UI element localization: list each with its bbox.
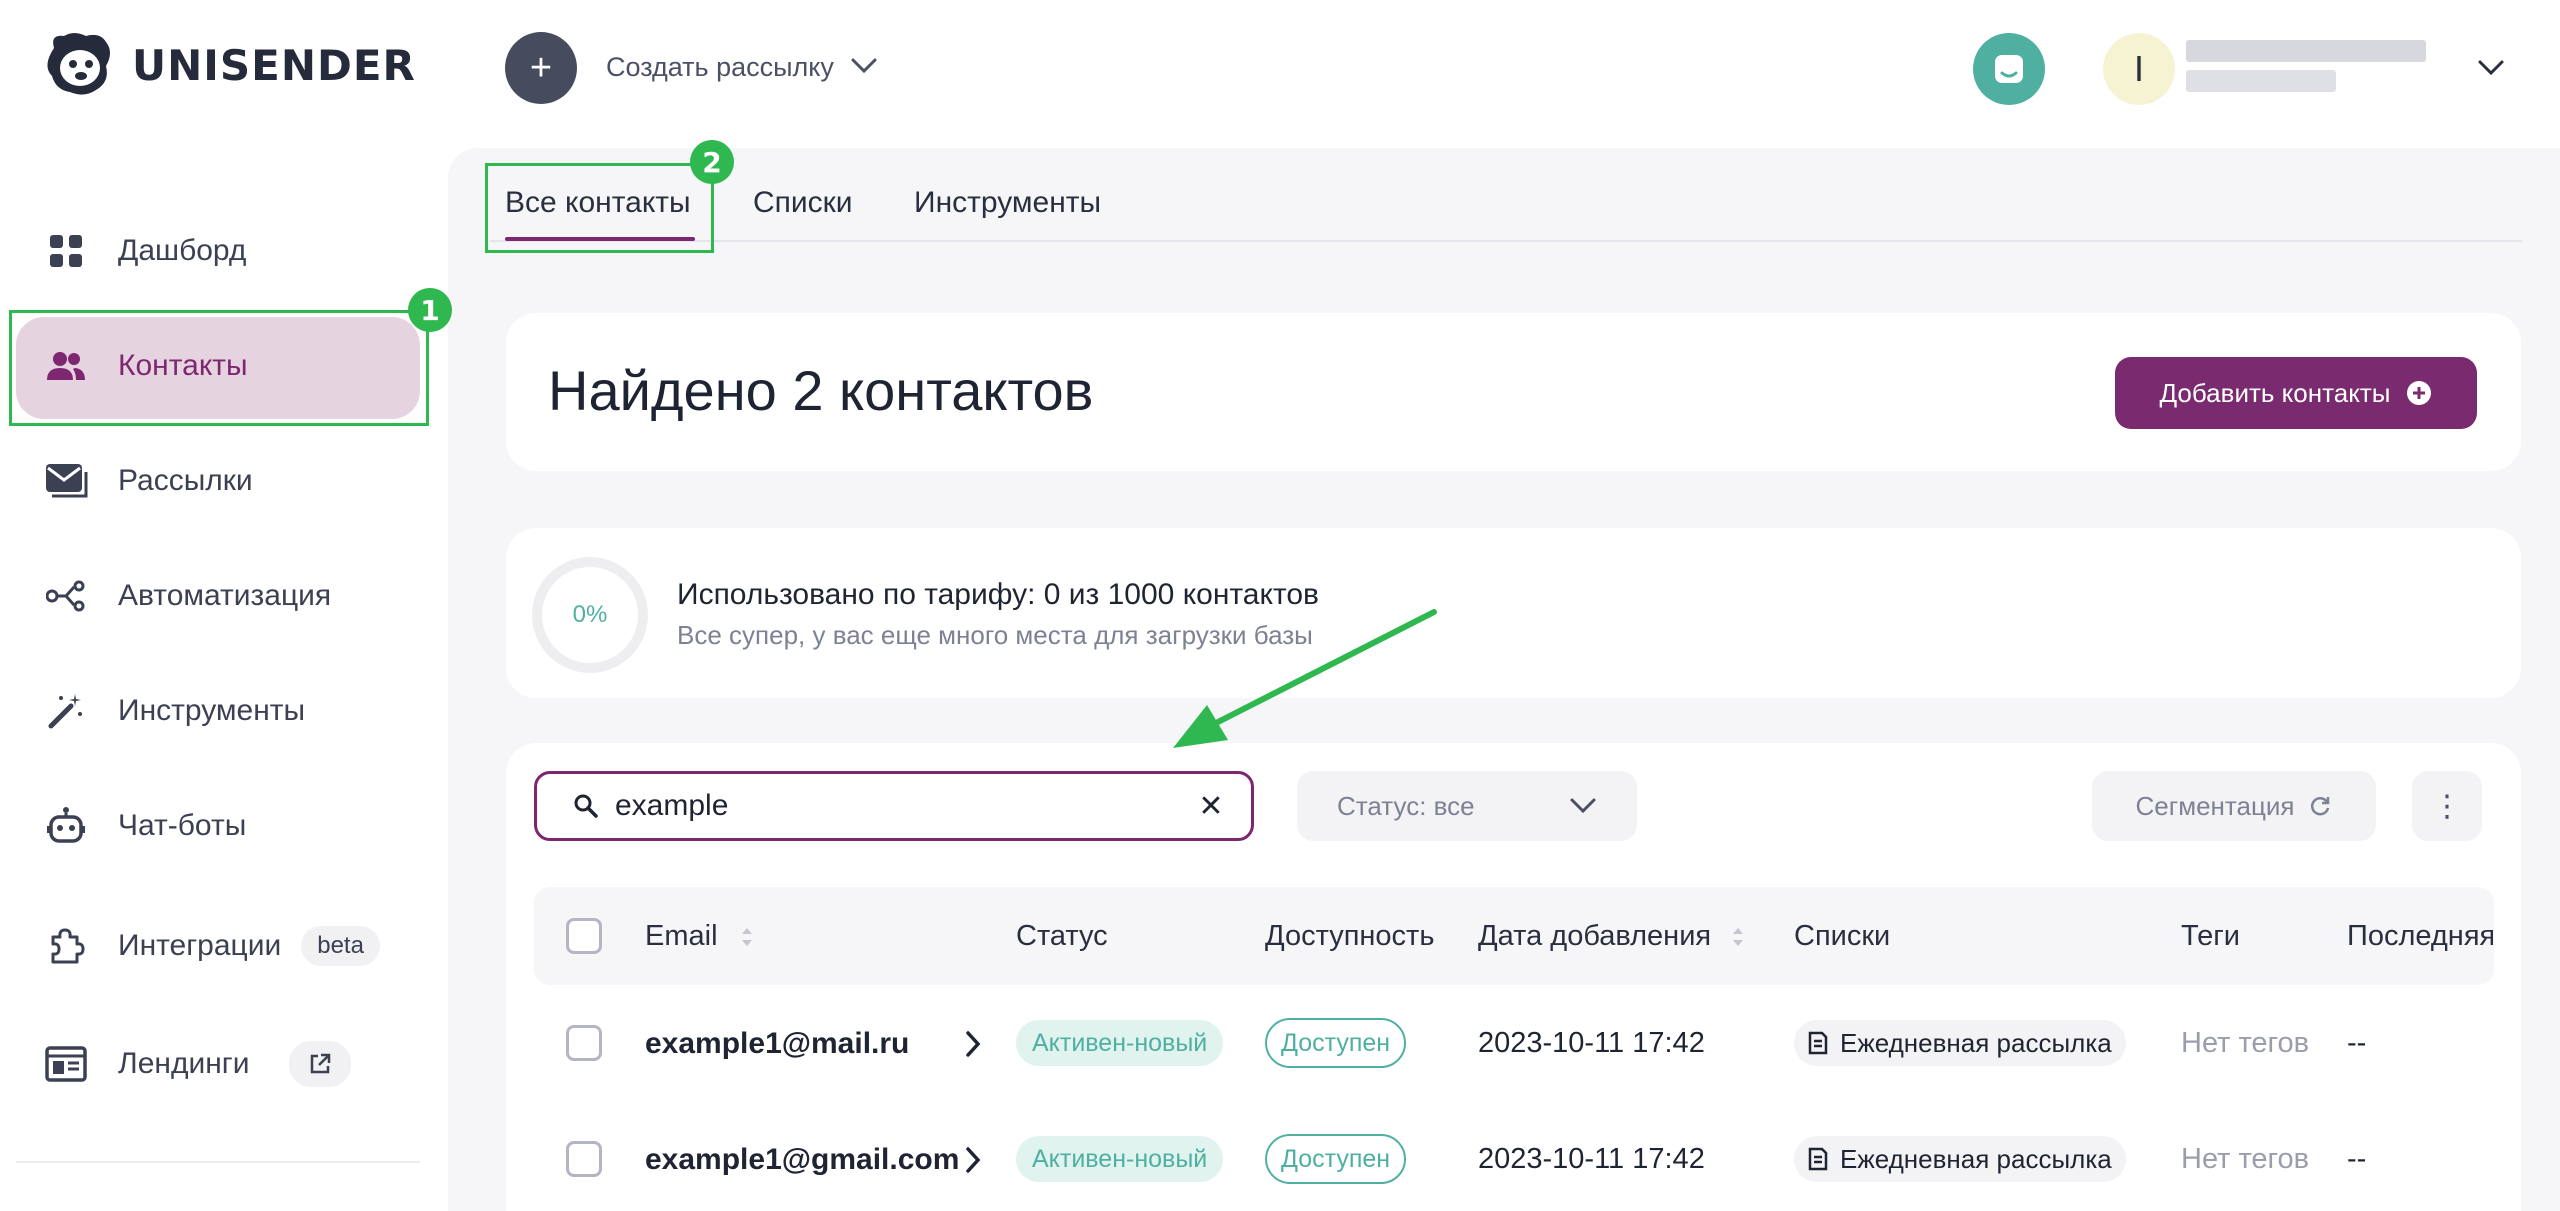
last-activity: -- — [2347, 1143, 2367, 1175]
sidebar-item-label: Лендинги — [118, 1047, 250, 1080]
usage-title: Использовано по тарифу: 0 из 1000 контак… — [677, 578, 1319, 611]
plus-icon: + — [529, 46, 553, 89]
sidebar-item-label: Автоматизация — [118, 579, 332, 612]
segmentation-label: Сегментация — [2135, 790, 2295, 821]
dashboard-grid-icon — [40, 225, 92, 277]
sidebar-item-chatbots[interactable]: Чат-боты — [40, 800, 246, 852]
refresh-icon — [2311, 797, 2330, 816]
date-added: 2023-10-11 17:42 — [1478, 1027, 1705, 1059]
tags-value: Нет тегов — [2181, 1027, 2310, 1059]
annotation-number-2: 2 — [690, 140, 734, 184]
availability-badge: Доступен — [1265, 1134, 1407, 1184]
last-activity: -- — [2347, 1027, 2367, 1059]
support-chat-button[interactable] — [1973, 33, 2045, 105]
chevron-right-icon[interactable] — [963, 1030, 983, 1058]
annotation-box-contacts — [9, 310, 429, 426]
search-field[interactable]: ✕ — [534, 771, 1254, 841]
chevron-down-icon — [1570, 798, 1596, 814]
chevron-down-icon[interactable] — [850, 56, 878, 76]
status-filter-value: Статус: все — [1337, 790, 1475, 821]
contact-email[interactable]: example1@mail.ru — [645, 1027, 909, 1061]
robot-icon — [40, 800, 92, 852]
sidebar-item-label: Дашборд — [118, 234, 247, 267]
usage-subtitle: Все супер, у вас еще много места для заг… — [677, 620, 1313, 650]
column-header-last: Последняя — [2347, 920, 2493, 952]
sidebar-item-label: Чат-боты — [118, 809, 247, 842]
column-header-date[interactable]: Дата добавления — [1478, 920, 1745, 953]
sidebar-item-label: Инструменты — [118, 694, 306, 727]
sidebar-item-label: Интеграции — [118, 929, 282, 962]
tabs-divider — [490, 240, 2522, 242]
select-all-checkbox[interactable] — [566, 918, 602, 954]
segmentation-button[interactable]: Сегментация — [2092, 771, 2376, 841]
chevron-right-icon[interactable] — [963, 1146, 983, 1174]
landing-page-icon — [40, 1038, 92, 1090]
sort-icon — [741, 928, 752, 947]
sort-icon — [1733, 928, 1744, 947]
status-badge: Активен-новый — [1016, 1136, 1224, 1182]
search-icon — [574, 794, 598, 818]
sidebar-item-landings[interactable]: Лендинги — [40, 1038, 352, 1090]
clear-search-icon[interactable]: ✕ — [1191, 789, 1231, 824]
usage-percent: 0% — [572, 601, 608, 628]
tab-lists[interactable]: Списки — [753, 186, 853, 220]
user-name-blurred — [2186, 40, 2426, 98]
list-name: Ежедневная рассылка — [1840, 1027, 2112, 1058]
document-icon — [1808, 1147, 1828, 1171]
list-name: Ежедневная рассылка — [1840, 1143, 2112, 1174]
mail-icon — [40, 455, 92, 507]
create-campaign-label[interactable]: Создать рассылку — [606, 52, 834, 83]
sidebar-item-label: Рассылки — [118, 464, 253, 497]
sidebar-item-dashboard[interactable]: Дашборд — [40, 225, 246, 277]
sidebar-item-integrations[interactable]: Интеграции beta — [40, 920, 380, 972]
puzzle-icon — [40, 920, 92, 972]
column-header-availability: Доступность — [1265, 920, 1435, 952]
list-chip[interactable]: Ежедневная рассылка — [1794, 1020, 2126, 1066]
availability-badge: Доступен — [1265, 1018, 1407, 1068]
beta-badge: beta — [301, 926, 380, 966]
column-header-email[interactable]: Email — [645, 920, 754, 953]
user-menu-chevron-icon[interactable] — [2477, 58, 2505, 78]
add-contacts-label: Добавить контакты — [2159, 377, 2391, 408]
column-header-lists: Списки — [1794, 920, 1891, 952]
usage-progress-ring: 0% — [532, 557, 648, 673]
annotation-box-all-contacts-tab — [485, 163, 714, 253]
date-added: 2023-10-11 17:42 — [1478, 1143, 1705, 1175]
magic-wand-icon — [40, 685, 92, 737]
list-chip[interactable]: Ежедневная рассылка — [1794, 1136, 2126, 1182]
search-input[interactable] — [615, 789, 1191, 823]
logo[interactable]: UNISENDER — [40, 30, 416, 100]
kebab-menu-icon: ⋮ — [2432, 789, 2462, 823]
column-header-label: Дата добавления — [1478, 920, 1712, 952]
sidebar-item-automation[interactable]: Автоматизация — [40, 570, 331, 622]
workflow-icon — [40, 570, 92, 622]
document-icon — [1808, 1031, 1828, 1055]
unisender-mascot-icon — [47, 33, 110, 95]
add-contacts-button[interactable]: Добавить контакты — [2115, 357, 2477, 429]
column-header-status: Статус — [1016, 920, 1108, 952]
usage-card — [506, 528, 2521, 698]
logo-text: UNISENDER — [132, 40, 416, 90]
column-header-tags: Теги — [2181, 920, 2240, 952]
create-campaign-button[interactable]: + — [505, 32, 577, 104]
avatar[interactable]: I — [2103, 33, 2175, 105]
annotation-number-1: 1 — [408, 288, 452, 332]
sidebar-item-campaigns[interactable]: Рассылки — [40, 455, 253, 507]
page-title: Найдено 2 контактов — [548, 359, 1094, 422]
row-checkbox[interactable] — [566, 1141, 602, 1177]
external-link-icon[interactable] — [289, 1041, 352, 1087]
contact-email[interactable]: example1@gmail.com — [645, 1143, 959, 1177]
status-badge: Активен-новый — [1016, 1020, 1224, 1066]
chat-bubble-icon — [1995, 55, 2023, 83]
sidebar-item-tools[interactable]: Инструменты — [40, 685, 305, 737]
sidebar-divider — [16, 1161, 420, 1163]
row-checkbox[interactable] — [566, 1025, 602, 1061]
tags-value: Нет тегов — [2181, 1143, 2310, 1175]
column-header-label: Email — [645, 920, 718, 952]
tab-tools[interactable]: Инструменты — [914, 186, 1101, 220]
plus-circle-icon — [2407, 381, 2432, 405]
more-options-button[interactable]: ⋮ — [2412, 771, 2482, 841]
status-filter-select[interactable]: Статус: все — [1297, 771, 1637, 841]
avatar-initial: I — [2133, 48, 2144, 89]
